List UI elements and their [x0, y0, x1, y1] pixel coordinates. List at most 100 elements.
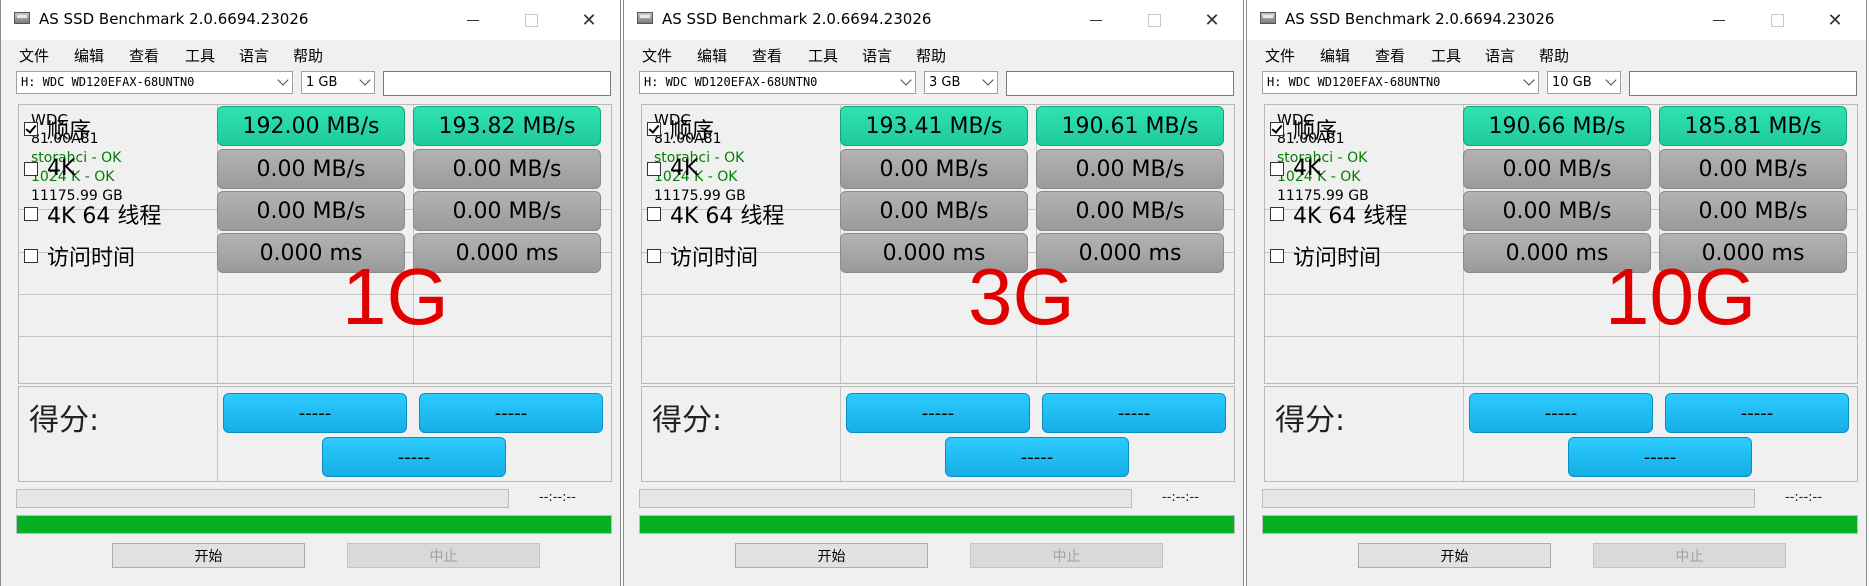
- menu-item[interactable]: 帮助: [293, 45, 323, 66]
- read-result: 0.00 MB/s: [1463, 149, 1651, 189]
- results-rows: 顺序 192.00 MB/s 193.82 MB/s 4K 0.00 MB/s …: [18, 104, 612, 384]
- maximize-button[interactable]: [1134, 6, 1174, 34]
- test-name: 访问时间: [670, 246, 759, 271]
- benchmark-window: AS SSD Benchmark 2.0.6694.23026 ✕ 文件 编辑 查看…: [1246, 0, 1867, 586]
- status-field[interactable]: [383, 71, 611, 96]
- test-row-label[interactable]: 访问时间: [1270, 240, 1381, 272]
- test-row-label[interactable]: 4K: [647, 156, 698, 181]
- test-row-label[interactable]: 4K 64 线程: [1270, 198, 1407, 230]
- menu-item[interactable]: 工具: [808, 45, 838, 66]
- test-checkbox[interactable]: [647, 122, 661, 136]
- test-checkbox[interactable]: [24, 122, 38, 136]
- title-bar[interactable]: AS SSD Benchmark 2.0.6694.23026 ✕: [1247, 0, 1866, 40]
- test-row-label[interactable]: 顺序: [1270, 113, 1337, 145]
- menu-bar: 文件 编辑 查看 工具 语言 帮助: [624, 42, 1243, 66]
- menu-item[interactable]: 文件: [19, 45, 49, 66]
- test-checkbox[interactable]: [647, 161, 661, 176]
- menu-item[interactable]: 工具: [1431, 45, 1461, 66]
- test-name: 4K 64 线程: [670, 204, 785, 229]
- read-result: 0.00 MB/s: [217, 149, 405, 189]
- title-bar[interactable]: AS SSD Benchmark 2.0.6694.23026 ✕: [1, 0, 620, 40]
- minimize-button[interactable]: [453, 6, 493, 34]
- start-button[interactable]: 开始: [112, 543, 305, 568]
- test-row-label[interactable]: 顺序: [647, 113, 714, 145]
- test-checkbox[interactable]: [1270, 122, 1284, 136]
- menu-item[interactable]: 查看: [752, 45, 782, 66]
- test-size-select[interactable]: 3 GB: [924, 71, 998, 94]
- write-result: 0.00 MB/s: [413, 149, 601, 189]
- test-row-label[interactable]: 顺序: [24, 113, 91, 145]
- menu-item[interactable]: 编辑: [1320, 45, 1350, 66]
- test-name: 4K: [670, 156, 699, 181]
- menu-item[interactable]: 查看: [1375, 45, 1405, 66]
- test-checkbox[interactable]: [1270, 161, 1284, 176]
- status-field[interactable]: [1629, 71, 1857, 96]
- test-name: 顺序: [1293, 119, 1338, 144]
- write-score: -----: [1665, 393, 1849, 433]
- test-name: 顺序: [47, 119, 92, 144]
- close-button[interactable]: ✕: [569, 6, 609, 34]
- test-row-label[interactable]: 4K: [1270, 156, 1321, 181]
- test-size-select[interactable]: 1 GB: [301, 71, 375, 94]
- status-field[interactable]: [1006, 71, 1234, 96]
- close-button[interactable]: ✕: [1815, 6, 1855, 34]
- start-button[interactable]: 开始: [1358, 543, 1551, 568]
- test-name: 顺序: [670, 119, 715, 144]
- write-result: 0.00 MB/s: [413, 191, 601, 231]
- test-checkbox[interactable]: [1270, 207, 1284, 221]
- chevron-down-icon: [1523, 74, 1535, 86]
- menu-item[interactable]: 查看: [129, 45, 159, 66]
- menu-item[interactable]: 文件: [1265, 45, 1295, 66]
- test-progress-bar: [639, 489, 1132, 508]
- test-checkbox[interactable]: [24, 161, 38, 176]
- menu-item[interactable]: 文件: [642, 45, 672, 66]
- close-icon: ✕: [1204, 9, 1220, 31]
- write-result: 0.00 MB/s: [1036, 191, 1224, 231]
- stop-button[interactable]: 中止: [1593, 543, 1786, 568]
- write-result: 0.000 ms: [413, 233, 601, 273]
- test-row-label[interactable]: 4K 64 线程: [647, 198, 784, 230]
- read-result: 0.00 MB/s: [217, 191, 405, 231]
- test-checkbox[interactable]: [1270, 249, 1284, 263]
- menu-item[interactable]: 帮助: [916, 45, 946, 66]
- maximize-button[interactable]: [1757, 6, 1797, 34]
- maximize-icon: [524, 13, 538, 27]
- read-score: -----: [846, 393, 1030, 433]
- test-checkbox[interactable]: [647, 249, 661, 263]
- test-checkbox[interactable]: [24, 249, 38, 263]
- menu-item[interactable]: 帮助: [1539, 45, 1569, 66]
- title-bar[interactable]: AS SSD Benchmark 2.0.6694.23026 ✕: [624, 0, 1243, 40]
- read-result: 193.41 MB/s: [840, 106, 1028, 146]
- stop-button[interactable]: 中止: [970, 543, 1163, 568]
- close-button[interactable]: ✕: [1192, 6, 1232, 34]
- start-button[interactable]: 开始: [735, 543, 928, 568]
- write-result: 0.00 MB/s: [1036, 149, 1224, 189]
- menu-bar: 文件 编辑 查看 工具 语言 帮助: [1, 42, 620, 66]
- menu-item[interactable]: 编辑: [697, 45, 727, 66]
- elapsed-time: --:--:--: [1785, 490, 1822, 505]
- minimize-button[interactable]: [1076, 6, 1116, 34]
- test-checkbox[interactable]: [24, 207, 38, 221]
- test-size-select[interactable]: 10 GB: [1547, 71, 1621, 94]
- maximize-button[interactable]: [511, 6, 551, 34]
- test-checkbox[interactable]: [647, 207, 661, 221]
- menu-item[interactable]: 语言: [239, 45, 269, 66]
- drive-select-value: H: WDC WD120EFAX-68UNTN0: [1267, 75, 1441, 89]
- minimize-button[interactable]: [1699, 6, 1739, 34]
- menu-item[interactable]: 语言: [1485, 45, 1515, 66]
- test-row-label[interactable]: 4K 64 线程: [24, 198, 161, 230]
- test-row-label[interactable]: 4K: [24, 156, 75, 181]
- write-score: -----: [419, 393, 603, 433]
- close-icon: ✕: [581, 9, 597, 31]
- menu-item[interactable]: 编辑: [74, 45, 104, 66]
- read-score: -----: [1469, 393, 1653, 433]
- test-row-label[interactable]: 访问时间: [647, 240, 758, 272]
- test-row-label[interactable]: 访问时间: [24, 240, 135, 272]
- menu-item[interactable]: 语言: [862, 45, 892, 66]
- drive-select[interactable]: H: WDC WD120EFAX-68UNTN0: [639, 71, 916, 94]
- menu-item[interactable]: 工具: [185, 45, 215, 66]
- drive-select[interactable]: H: WDC WD120EFAX-68UNTN0: [16, 71, 293, 94]
- elapsed-time: --:--:--: [1162, 490, 1199, 505]
- drive-select[interactable]: H: WDC WD120EFAX-68UNTN0: [1262, 71, 1539, 94]
- stop-button[interactable]: 中止: [347, 543, 540, 568]
